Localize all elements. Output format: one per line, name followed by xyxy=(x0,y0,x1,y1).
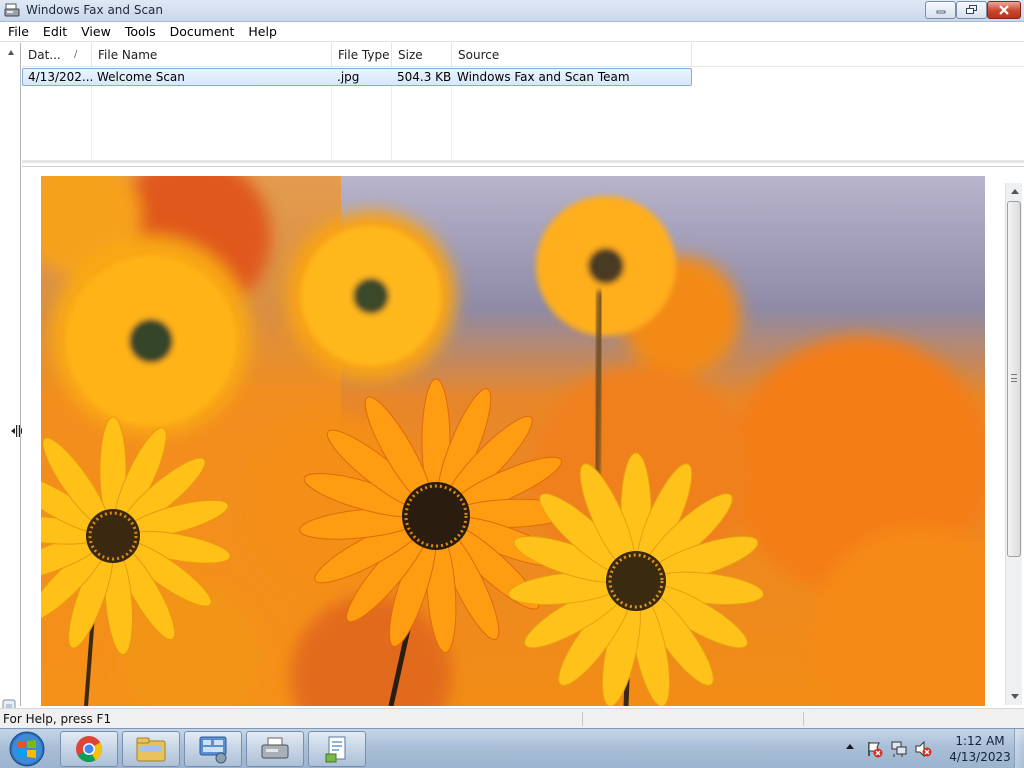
column-date[interactable]: Dat... / xyxy=(22,43,92,67)
scroll-up-button[interactable] xyxy=(1006,183,1023,200)
cell-file-name: Welcome Scan xyxy=(97,70,185,84)
taskbar-fax-scan-button[interactable] xyxy=(246,731,304,767)
document-preview-pane xyxy=(22,166,1024,706)
taskbar-clock[interactable]: 1:12 AM 4/13/2023 xyxy=(940,733,1020,765)
taskbar-control-panel-button[interactable] xyxy=(184,731,242,767)
fax-scanner-icon xyxy=(261,737,289,759)
flower-photo xyxy=(41,176,985,706)
cell-file-type: .jpg xyxy=(337,70,360,84)
chrome-icon xyxy=(76,736,103,763)
control-panel-icon xyxy=(199,736,227,764)
cell-date: 4/13/202... xyxy=(28,70,92,84)
action-center-icon[interactable] xyxy=(866,740,884,758)
cell-size: 504.3 KB xyxy=(397,70,452,84)
minimize-button[interactable] xyxy=(925,1,956,19)
menu-document[interactable]: Document xyxy=(162,22,241,42)
restore-icon xyxy=(965,5,977,14)
menu-edit[interactable]: Edit xyxy=(35,22,73,42)
status-divider xyxy=(803,712,804,726)
column-file-type[interactable]: File Type xyxy=(332,43,392,67)
expand-pane-icon[interactable] xyxy=(8,50,14,55)
restore-button[interactable] xyxy=(956,1,987,19)
navigation-pane-collapsed xyxy=(0,43,25,748)
title-bar: Windows Fax and Scan xyxy=(0,0,1024,22)
document-list: Dat... / File Name File Type Size Source… xyxy=(22,43,1024,163)
window-title: Windows Fax and Scan xyxy=(26,3,164,17)
minimize-icon xyxy=(936,10,945,14)
windows-start-orb[interactable] xyxy=(4,730,50,768)
fax-scan-app-icon xyxy=(4,3,20,17)
menu-help[interactable]: Help xyxy=(240,22,283,42)
taskbar-document-button[interactable] xyxy=(308,731,366,767)
show-desktop-button[interactable] xyxy=(1014,729,1024,768)
menu-view[interactable]: View xyxy=(73,22,117,42)
scroll-thumb[interactable] xyxy=(1007,201,1021,557)
menu-bar: File Edit View Tools Document Help xyxy=(0,22,1024,42)
column-source[interactable]: Source xyxy=(452,43,692,67)
preview-vertical-scrollbar[interactable] xyxy=(1005,183,1022,705)
sort-indicator-icon: / xyxy=(74,49,78,60)
scroll-up-icon xyxy=(1010,189,1019,194)
status-bar: For Help, press F1 xyxy=(0,708,1024,728)
taskbar: 1:12 AM 4/13/2023 xyxy=(0,728,1024,768)
list-header: Dat... / File Name File Type Size Source xyxy=(22,43,1024,67)
status-text: For Help, press F1 xyxy=(3,712,112,726)
file-explorer-icon xyxy=(136,737,166,762)
clock-date: 4/13/2023 xyxy=(949,750,1011,764)
taskbar-chrome-button[interactable] xyxy=(60,731,118,767)
menu-tools[interactable]: Tools xyxy=(117,22,162,42)
show-hidden-icons-icon[interactable] xyxy=(846,744,854,749)
taskbar-explorer-button[interactable] xyxy=(122,731,180,767)
network-icon[interactable] xyxy=(890,740,908,758)
clock-time: 1:12 AM xyxy=(955,734,1005,748)
cell-source: Windows Fax and Scan Team xyxy=(457,70,630,84)
scroll-down-icon xyxy=(1010,694,1019,699)
system-tray: 1:12 AM 4/13/2023 xyxy=(840,729,1024,768)
scroll-down-button[interactable] xyxy=(1006,688,1023,705)
scroll-grip-icon xyxy=(1011,374,1017,382)
table-row[interactable]: 4/13/202... Welcome Scan .jpg 504.3 KB W… xyxy=(22,68,692,86)
menu-file[interactable]: File xyxy=(0,22,35,42)
column-file-name[interactable]: File Name xyxy=(92,43,332,67)
close-button[interactable] xyxy=(987,1,1021,19)
close-icon xyxy=(999,5,1009,15)
document-viewer-icon xyxy=(325,736,346,763)
volume-muted-icon[interactable] xyxy=(914,740,932,758)
status-divider xyxy=(582,712,583,726)
column-size[interactable]: Size xyxy=(392,43,452,67)
